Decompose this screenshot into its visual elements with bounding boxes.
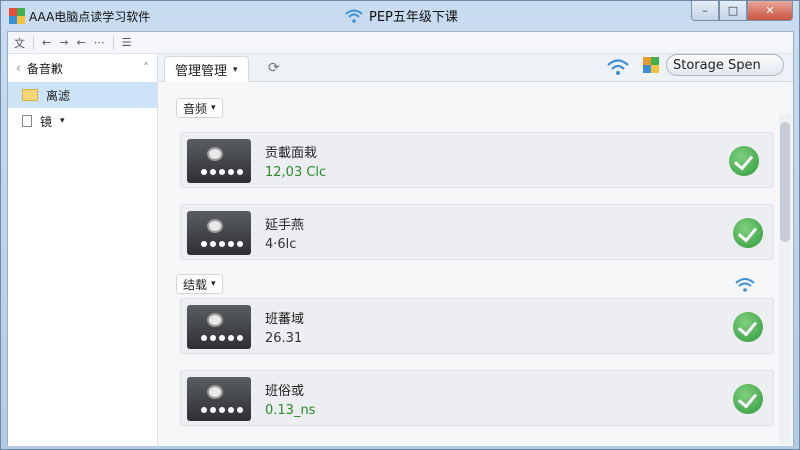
sidebar-header[interactable]: ‹ 备音歉 ˄ (8, 54, 157, 82)
back-alt-button[interactable]: ← (76, 36, 85, 49)
thumbnail-icon (187, 139, 251, 183)
app-title: AAA电脑点读学习软件 (29, 10, 151, 24)
tab-manage[interactable]: 管理管理 ▾ (164, 56, 249, 82)
minimize-button[interactable]: – (691, 1, 719, 21)
close-button[interactable]: ✕ (747, 1, 793, 21)
storage-button[interactable]: Storage Spen (666, 54, 784, 76)
section-label: 音频 (183, 101, 208, 116)
tab-bar: 管理管理 ▾ ⟳ Storage Spen (158, 54, 793, 82)
chevron-up-icon: ˄ (143, 61, 149, 75)
section-header-lessons[interactable]: 结载 ▾ (176, 274, 223, 294)
vertical-scrollbar[interactable] (779, 114, 791, 444)
thumbnail-icon (187, 211, 251, 255)
maximize-button[interactable]: □ (719, 1, 747, 21)
more-button[interactable]: ⋯ (94, 36, 105, 49)
storage-area: Storage Spen (642, 54, 784, 76)
storage-stack-icon (643, 57, 659, 73)
window-title: PEP五年级下课 (345, 6, 458, 25)
chevron-down-icon: ▾ (60, 116, 65, 126)
window-title-text: PEP五年级下课 (369, 10, 458, 25)
sidebar-header-label: 备音歉 (26, 61, 63, 76)
forward-button[interactable]: → (59, 36, 68, 49)
document-icon (22, 115, 32, 127)
sidebar: ‹ 备音歉 ˄ 离滤 镜 ▾ (8, 54, 158, 446)
list-item[interactable]: 班俗或 0.13_ns (180, 370, 774, 426)
main-panel: 管理管理 ▾ ⟳ Storage Spen 音频 ▾ 贡載面栽 12,03 Cl… (158, 54, 793, 446)
list-item[interactable]: 班蕃域 26.31 (180, 298, 774, 354)
chevron-down-icon: ▾ (211, 279, 216, 289)
list-item[interactable]: 贡載面栽 12,03 Clc (180, 132, 774, 188)
list-item[interactable]: 延手燕 4·6lc (180, 204, 774, 260)
folder-icon (22, 89, 38, 101)
item-title: 延手燕 (265, 218, 305, 233)
sidebar-item-doc[interactable]: 镜 ▾ (8, 108, 157, 134)
text-tool-button[interactable]: 文 (14, 35, 25, 51)
check-icon (733, 218, 763, 248)
section-label: 结载 (183, 277, 208, 292)
check-icon (733, 312, 763, 342)
client-area: 文 ← → ← ⋯ ☰ ‹ 备音歉 ˄ 离滤 镜 ▾ 管理管理 ▾ ⟳ Stor… (7, 31, 794, 446)
back-button[interactable]: ← (42, 36, 51, 49)
menu-button[interactable]: ☰ (122, 36, 132, 49)
app-icon (9, 8, 25, 24)
refresh-icon[interactable]: ⟳ (268, 60, 280, 76)
chevron-down-icon: ▾ (233, 64, 238, 75)
sidebar-item-label: 离滤 (46, 88, 71, 103)
check-icon (729, 146, 759, 176)
thumbnail-icon (187, 377, 251, 421)
chevron-left-icon: ‹ (16, 61, 21, 75)
toolbar-divider (112, 35, 114, 50)
sidebar-item-folder[interactable]: 离滤 (8, 82, 157, 108)
toolbar: 文 ← → ← ⋯ ☰ (8, 32, 793, 54)
title-bar: AAA电脑点读学习软件 PEP五年级下课 – □ ✕ (1, 1, 799, 31)
section-header-audio[interactable]: 音频 ▾ (176, 98, 223, 118)
window-controls: – □ ✕ (691, 1, 793, 21)
thumbnail-icon (187, 305, 251, 349)
wifi-icon (735, 278, 755, 292)
item-subtitle: 0.13_ns (265, 403, 316, 418)
check-icon (733, 384, 763, 414)
wifi-icon (345, 9, 363, 23)
item-subtitle: 4·6lc (265, 237, 297, 252)
sidebar-item-label: 镜 (40, 114, 53, 129)
wifi-icon (607, 59, 629, 75)
toolbar-divider (33, 35, 34, 50)
item-title: 贡載面栽 (265, 146, 318, 161)
item-subtitle: 12,03 Clc (265, 165, 327, 180)
item-title: 班蕃域 (265, 312, 305, 327)
item-subtitle: 26.31 (265, 331, 303, 346)
chevron-down-icon: ▾ (211, 103, 216, 113)
item-title: 班俗或 (265, 384, 305, 399)
app-window: AAA电脑点读学习软件 PEP五年级下课 – □ ✕ 文 ← → ← ⋯ ☰ ‹… (0, 0, 800, 450)
scrollbar-thumb[interactable] (780, 122, 790, 242)
tab-label: 管理管理 (175, 64, 228, 79)
